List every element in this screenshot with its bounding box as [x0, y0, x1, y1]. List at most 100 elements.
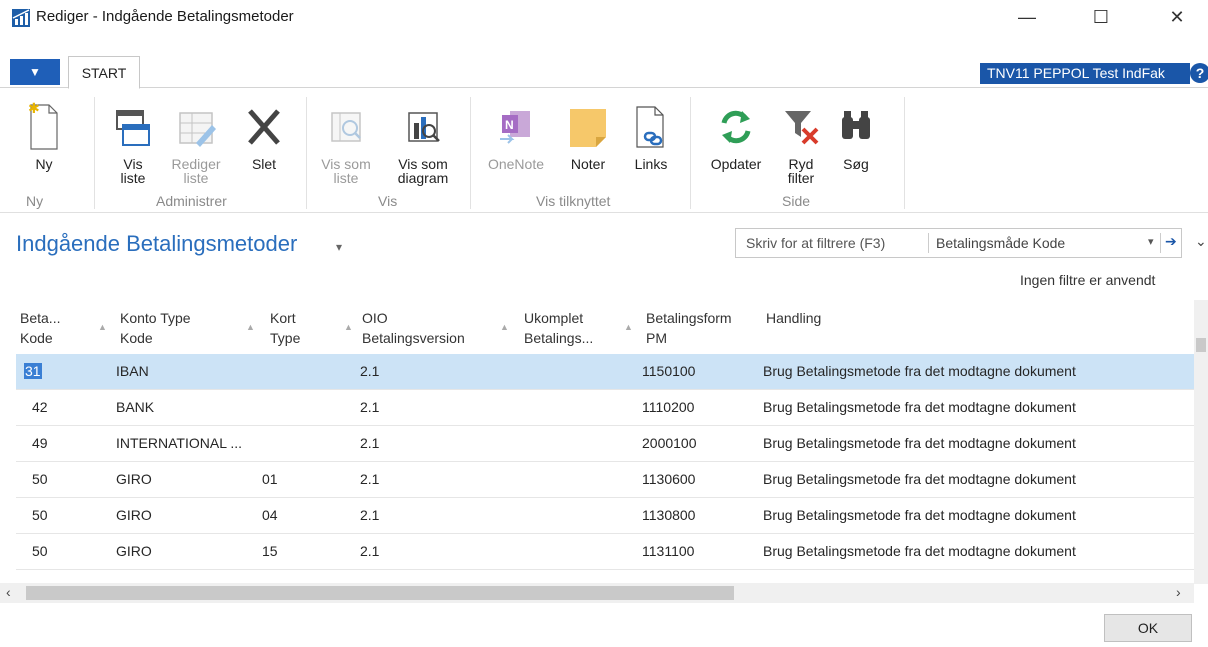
- cell-account-type[interactable]: INTERNATIONAL ...: [116, 435, 242, 451]
- cell-oio-version[interactable]: 2.1: [360, 543, 379, 559]
- delete-label: Slet: [251, 156, 277, 172]
- notes-button[interactable]: Noter: [564, 101, 612, 171]
- table-row[interactable]: 50 GIRO 15 2.1 1131100 Brug Betalingsmet…: [16, 534, 1194, 570]
- clear-filter-button[interactable]: Ryd filter: [778, 101, 824, 185]
- chevron-down-icon[interactable]: ▾: [336, 240, 342, 254]
- table-row[interactable]: 31 IBAN 2.1 1150100 Brug Betalingsmetode…: [16, 354, 1194, 390]
- page-title[interactable]: Indgående Betalingsmetoder: [16, 231, 297, 257]
- cell-code[interactable]: 50: [32, 543, 48, 559]
- company-name-badge[interactable]: TNV11 PEPPOL Test IndFak: [980, 63, 1190, 84]
- app-menu-button[interactable]: ▼: [10, 59, 60, 85]
- filter-field-select[interactable]: Betalingsmåde Kode: [936, 235, 1065, 251]
- view-list-label-2: liste: [120, 170, 146, 186]
- cell-account-type[interactable]: GIRO: [116, 471, 152, 487]
- column-header-oio-version[interactable]: OIO Betalingsversion: [362, 308, 465, 348]
- cell-oio-version[interactable]: 2.1: [360, 435, 379, 451]
- column-header-account-type[interactable]: Konto Type Kode: [120, 308, 191, 348]
- find-button[interactable]: Søg: [834, 101, 878, 171]
- filter-input[interactable]: Skriv for at filtrere (F3): [746, 235, 885, 251]
- ok-button[interactable]: OK: [1104, 614, 1192, 642]
- links-button[interactable]: Links: [628, 101, 674, 171]
- cell-code[interactable]: 42: [32, 399, 48, 415]
- cell-account-type[interactable]: GIRO: [116, 507, 152, 523]
- group-label-page: Side: [782, 193, 811, 209]
- sort-icon: ▲: [246, 322, 255, 332]
- cell-payment-form[interactable]: 2000100: [642, 435, 697, 451]
- group-separator: [94, 97, 95, 209]
- cell-oio-version[interactable]: 2.1: [360, 507, 379, 523]
- show-as-chart-label-2: diagram: [397, 170, 449, 186]
- title-bar: Rediger - Indgående Betalingsmetoder — ☐…: [0, 0, 1208, 34]
- edit-list-label-2: liste: [183, 170, 209, 186]
- scroll-right-icon[interactable]: ›: [1176, 584, 1181, 600]
- column-header-label: Kode: [120, 330, 153, 346]
- cell-oio-version[interactable]: 2.1: [360, 399, 379, 415]
- cell-oio-version[interactable]: 2.1: [360, 363, 379, 379]
- grid-header: Beta... Kode ▲ Konto Type Kode ▲ Kort Ty…: [16, 300, 1194, 354]
- cell-payment-form[interactable]: 1130600: [642, 471, 695, 487]
- cell-action[interactable]: Brug Betalingsmetode fra det modtagne do…: [763, 435, 1076, 451]
- column-header-action[interactable]: Handling: [766, 308, 821, 328]
- vertical-scrollbar[interactable]: [1194, 300, 1208, 584]
- new-button-label: Ny: [35, 156, 53, 172]
- cell-account-type[interactable]: GIRO: [116, 543, 152, 559]
- ribbon: ✱ Ny Ny Vis liste Rediger liste Slet Adm…: [0, 89, 1208, 213]
- column-header-incomplete[interactable]: Ukomplet Betalings...: [524, 308, 593, 348]
- cell-code[interactable]: 31: [24, 363, 42, 379]
- column-header-code[interactable]: Beta... Kode: [20, 308, 60, 348]
- edit-list-button[interactable]: Rediger liste: [166, 101, 226, 185]
- help-icon[interactable]: ?: [1190, 63, 1208, 83]
- cell-payment-form[interactable]: 1150100: [642, 363, 695, 379]
- cell-oio-version[interactable]: 2.1: [360, 471, 379, 487]
- group-label-view: Vis: [378, 193, 398, 209]
- cell-action[interactable]: Brug Betalingsmetode fra det modtagne do…: [763, 543, 1076, 559]
- vertical-scrollbar-thumb[interactable]: [1196, 338, 1206, 352]
- maximize-button[interactable]: ☐: [1078, 0, 1124, 34]
- sort-icon: ▲: [624, 322, 633, 332]
- cell-card-type[interactable]: 15: [262, 543, 278, 559]
- sort-icon: ▲: [98, 322, 107, 332]
- collapse-chevron-icon[interactable]: ⌄: [1195, 233, 1207, 250]
- table-row[interactable]: 49 INTERNATIONAL ... 2.1 2000100 Brug Be…: [16, 426, 1194, 462]
- show-as-list-button[interactable]: Vis som liste: [318, 101, 374, 185]
- cell-action[interactable]: Brug Betalingsmetode fra det modtagne do…: [763, 471, 1076, 487]
- onenote-button[interactable]: N OneNote: [484, 101, 548, 171]
- chevron-down-icon[interactable]: ▾: [1148, 235, 1154, 248]
- horizontal-scrollbar-thumb[interactable]: [26, 586, 734, 600]
- cell-action[interactable]: Brug Betalingsmetode fra det modtagne do…: [763, 399, 1076, 415]
- cell-action[interactable]: Brug Betalingsmetode fra det modtagne do…: [763, 363, 1076, 379]
- cell-card-type[interactable]: 04: [262, 507, 278, 523]
- new-button[interactable]: ✱ Ny: [24, 101, 64, 171]
- delete-button[interactable]: Slet: [240, 101, 288, 171]
- horizontal-scrollbar[interactable]: ‹ ›: [0, 583, 1194, 603]
- view-list-icon: [116, 110, 150, 146]
- column-header-payment-form[interactable]: Betalingsform PM: [646, 308, 732, 348]
- table-row[interactable]: 50 GIRO 04 2.1 1130800 Brug Betalingsmet…: [16, 498, 1194, 534]
- table-row[interactable]: 50 GIRO 01 2.1 1130600 Brug Betalingsmet…: [16, 462, 1194, 498]
- tab-start[interactable]: START: [68, 56, 140, 89]
- cell-payment-form[interactable]: 1110200: [642, 399, 694, 415]
- refresh-icon: [721, 110, 751, 144]
- cell-action[interactable]: Brug Betalingsmetode fra det modtagne do…: [763, 507, 1076, 523]
- cell-code[interactable]: 50: [32, 471, 48, 487]
- column-header-label: OIO: [362, 310, 388, 326]
- view-list-button[interactable]: Vis liste: [110, 101, 156, 185]
- table-row[interactable]: 42 BANK 2.1 1110200 Brug Betalingsmetode…: [16, 390, 1194, 426]
- cell-code[interactable]: 49: [32, 435, 48, 451]
- cell-account-type[interactable]: BANK: [116, 399, 154, 415]
- group-label-manage: Administrer: [156, 193, 227, 209]
- cell-code[interactable]: 50: [32, 507, 48, 523]
- cell-account-type[interactable]: IBAN: [116, 363, 149, 379]
- scroll-left-icon[interactable]: ‹: [6, 584, 11, 600]
- show-as-chart-button[interactable]: Vis som diagram: [390, 101, 456, 185]
- column-header-label: Kort: [270, 310, 296, 326]
- column-header-card-type[interactable]: Kort Type: [270, 308, 300, 348]
- arrow-right-icon[interactable]: ➔: [1165, 233, 1177, 250]
- minimize-button[interactable]: —: [1004, 0, 1050, 34]
- refresh-button[interactable]: Opdater: [704, 101, 768, 171]
- cell-payment-form[interactable]: 1131100: [642, 543, 694, 559]
- close-button[interactable]: ✕: [1154, 0, 1200, 34]
- cell-payment-form[interactable]: 1130800: [642, 507, 695, 523]
- column-header-label: Betalingsform: [646, 310, 732, 326]
- cell-card-type[interactable]: 01: [262, 471, 278, 487]
